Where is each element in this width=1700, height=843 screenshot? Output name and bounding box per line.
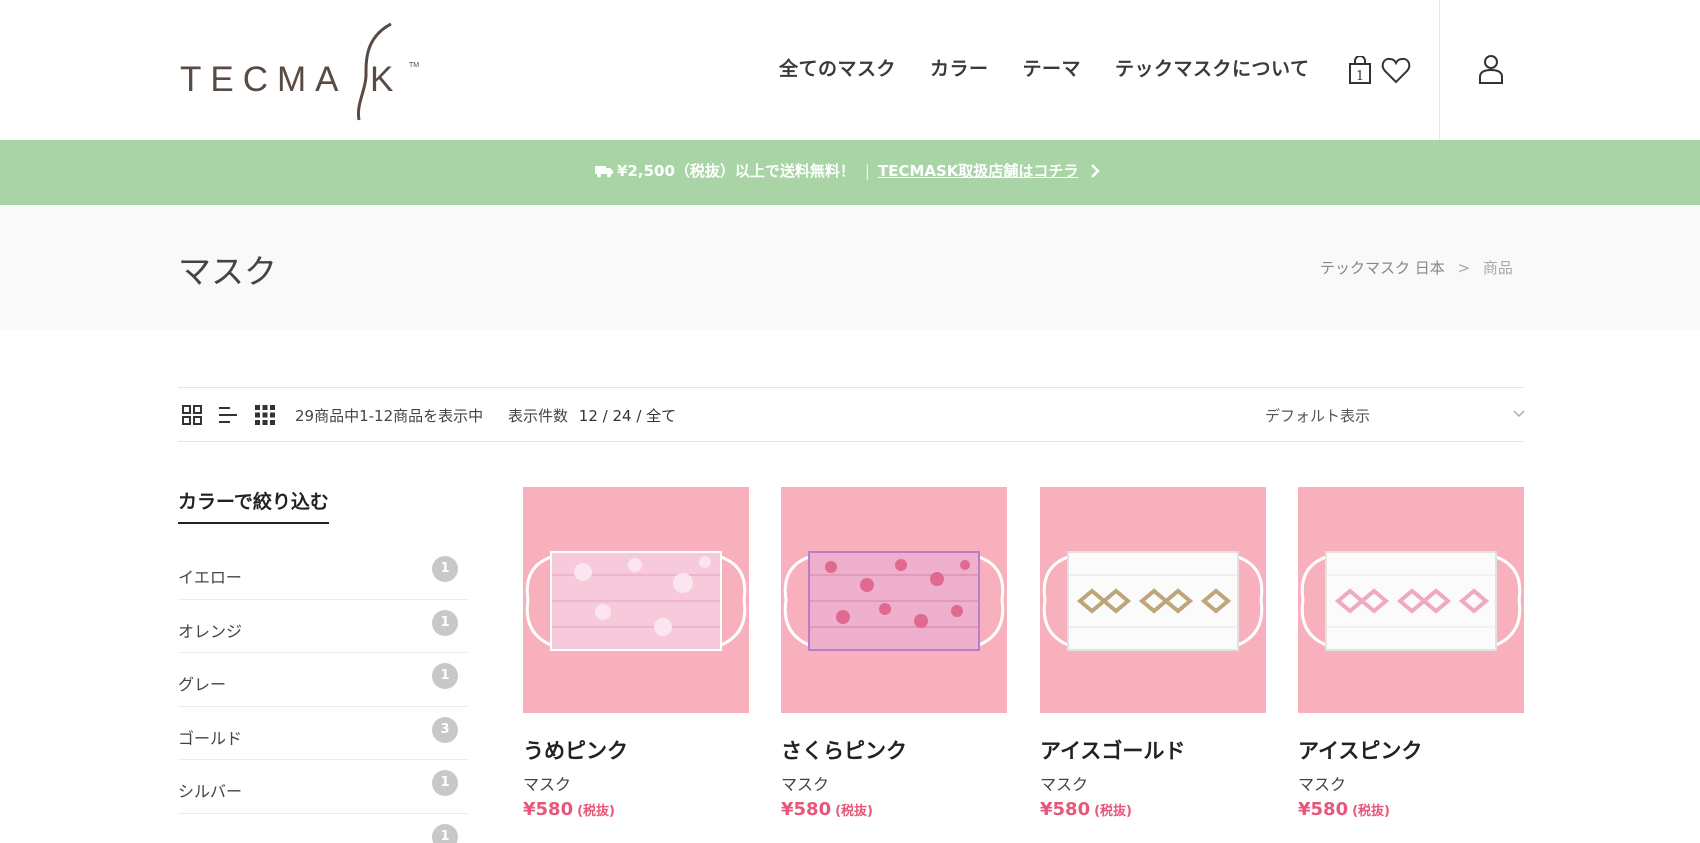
color-filter-title: カラーで絞り込む — [178, 487, 329, 524]
breadcrumb-current: 商品 — [1482, 259, 1513, 277]
product-category: マスク — [1040, 775, 1089, 794]
svg-text:TM: TM — [409, 62, 419, 69]
nav-about[interactable]: テックマスクについて — [1115, 54, 1309, 81]
filter-item-yellow[interactable]: イエロー 1 — [178, 546, 468, 600]
product-name[interactable]: うめピンク — [523, 735, 749, 765]
per-page-label: 表示件数 — [508, 407, 569, 425]
product-name[interactable]: アイスピンク — [1298, 735, 1524, 765]
breadcrumb-home[interactable]: テックマスク 日本 — [1320, 259, 1445, 277]
filter-item-gray[interactable]: グレー 1 — [178, 653, 468, 707]
price-value: ¥580 — [1298, 799, 1349, 820]
product-name[interactable]: さくらピンク — [781, 735, 1007, 765]
site-header: TECMA K TM 全てのマスク カラー テーマ テックマスクについて 1 — [0, 0, 1700, 140]
filter-count-badge: 1 — [432, 663, 458, 689]
svg-text:TECMA: TECMA — [180, 60, 348, 99]
product-image[interactable] — [781, 487, 1007, 713]
promo-banner: ¥2,500（税抜）以上で送料無料！ | TECMASK取扱店舗はコチラ — [0, 140, 1700, 205]
shipping-text: ¥2,500（税抜）以上で送料無料！ — [617, 162, 855, 180]
breadcrumb: テックマスク 日本 > 商品 — [1320, 257, 1513, 278]
filter-label: シルバー — [178, 782, 243, 801]
product-image[interactable] — [1298, 487, 1524, 713]
price-tax-note: (税抜) — [835, 804, 873, 819]
truck-icon — [595, 165, 613, 177]
product-price: ¥580 (税抜) — [523, 799, 749, 820]
filter-label: グレー — [178, 675, 227, 694]
chevron-right-icon[interactable] — [1090, 163, 1101, 178]
filter-count-badge: 1 — [432, 609, 458, 636]
cart-icon[interactable]: 1 — [1348, 56, 1372, 84]
product-name[interactable]: アイスゴールド — [1040, 735, 1266, 765]
filter-label: ゴールド — [178, 728, 243, 748]
breadcrumb-separator: > — [1457, 259, 1471, 277]
filter-count-badge: 3 — [432, 716, 458, 743]
product-image[interactable] — [1040, 487, 1266, 713]
product-card: さくらピンク マスク ¥580 (税抜) — [781, 487, 1007, 820]
per-page-control: 表示件数 12 / 24 / 全て — [508, 405, 676, 426]
user-icon[interactable] — [1478, 54, 1504, 84]
main-nav: 全てのマスク カラー テーマ テックマスクについて — [779, 54, 1343, 81]
price-value: ¥580 — [781, 799, 832, 820]
filter-count-badge: 1 — [432, 770, 458, 796]
grid-dense-view-icon[interactable] — [255, 405, 275, 425]
cart-count: 1 — [1356, 69, 1364, 84]
product-category: マスク — [781, 775, 830, 794]
product-image[interactable] — [523, 487, 749, 713]
shop-toolbar: 29商品中1-12商品を表示中 表示件数 12 / 24 / 全て デフォルト表… — [178, 387, 1525, 442]
list-view-icon[interactable] — [218, 405, 238, 425]
filter-sidebar: カラーで絞り込む イエロー 1 オレンジ 1 グレー 1 ゴールド 3 シルバー… — [178, 487, 468, 843]
tecmask-logo[interactable]: TECMA K TM — [178, 18, 438, 123]
filter-item-gold[interactable]: ゴールド 3 — [178, 707, 468, 760]
product-category: マスク — [1298, 775, 1347, 794]
filter-item-partial[interactable]: 1 — [178, 814, 468, 843]
product-card: うめピンク マスク ¥580 (税抜) — [523, 487, 749, 820]
color-filter-list: イエロー 1 オレンジ 1 グレー 1 ゴールド 3 シルバー 1 1 — [178, 546, 468, 843]
price-value: ¥580 — [523, 799, 574, 820]
sort-selected-value: デフォルト表示 — [1265, 407, 1371, 425]
price-tax-note: (税抜) — [1094, 804, 1132, 819]
page-title: マスク — [178, 252, 277, 291]
product-card: アイスゴールド マスク ¥580 (税抜) — [1040, 487, 1266, 820]
header-divider — [1439, 0, 1440, 140]
filter-label: イエロー — [178, 568, 242, 587]
page-title-band: マスク テックマスク 日本 > 商品 — [0, 205, 1700, 330]
nav-color[interactable]: カラー — [930, 54, 989, 81]
grid-view-icon[interactable] — [182, 405, 202, 425]
heart-icon[interactable] — [1381, 56, 1411, 84]
store-locator-link[interactable]: TECMASK取扱店舗はコチラ — [878, 160, 1078, 181]
product-grid: うめピンク マスク ¥580(税抜) さくらピンク マスク ¥580(税抜) — [523, 487, 1524, 843]
product-price: ¥580 (税抜) — [781, 799, 1007, 820]
product-card: アイスピンク マスク ¥580 (税抜) — [1298, 487, 1524, 820]
nav-theme[interactable]: テーマ — [1023, 54, 1082, 81]
product-price: ¥580 (税抜) — [1298, 799, 1524, 820]
filter-label: オレンジ — [178, 621, 243, 641]
per-page-options[interactable]: 12 / 24 / 全て — [579, 407, 676, 425]
price-tax-note: (税抜) — [1352, 804, 1390, 819]
filter-count-badge: 1 — [432, 556, 458, 582]
filter-count-badge: 1 — [432, 823, 458, 843]
filter-item-silver[interactable]: シルバー 1 — [178, 760, 468, 814]
promo-separator: | — [864, 161, 870, 180]
product-category: マスク — [523, 775, 572, 794]
price-tax-note: (税抜) — [577, 804, 615, 819]
result-count: 29商品中1-12商品を表示中 — [295, 407, 484, 425]
filter-item-orange[interactable]: オレンジ 1 — [178, 600, 468, 653]
product-price: ¥580 (税抜) — [1040, 799, 1266, 820]
nav-all-masks[interactable]: 全てのマスク — [779, 54, 896, 81]
price-value: ¥580 — [1040, 799, 1091, 820]
chevron-down-icon — [1513, 410, 1525, 418]
sort-select[interactable]: デフォルト表示 — [1265, 405, 1525, 426]
svg-text:K: K — [370, 60, 393, 99]
